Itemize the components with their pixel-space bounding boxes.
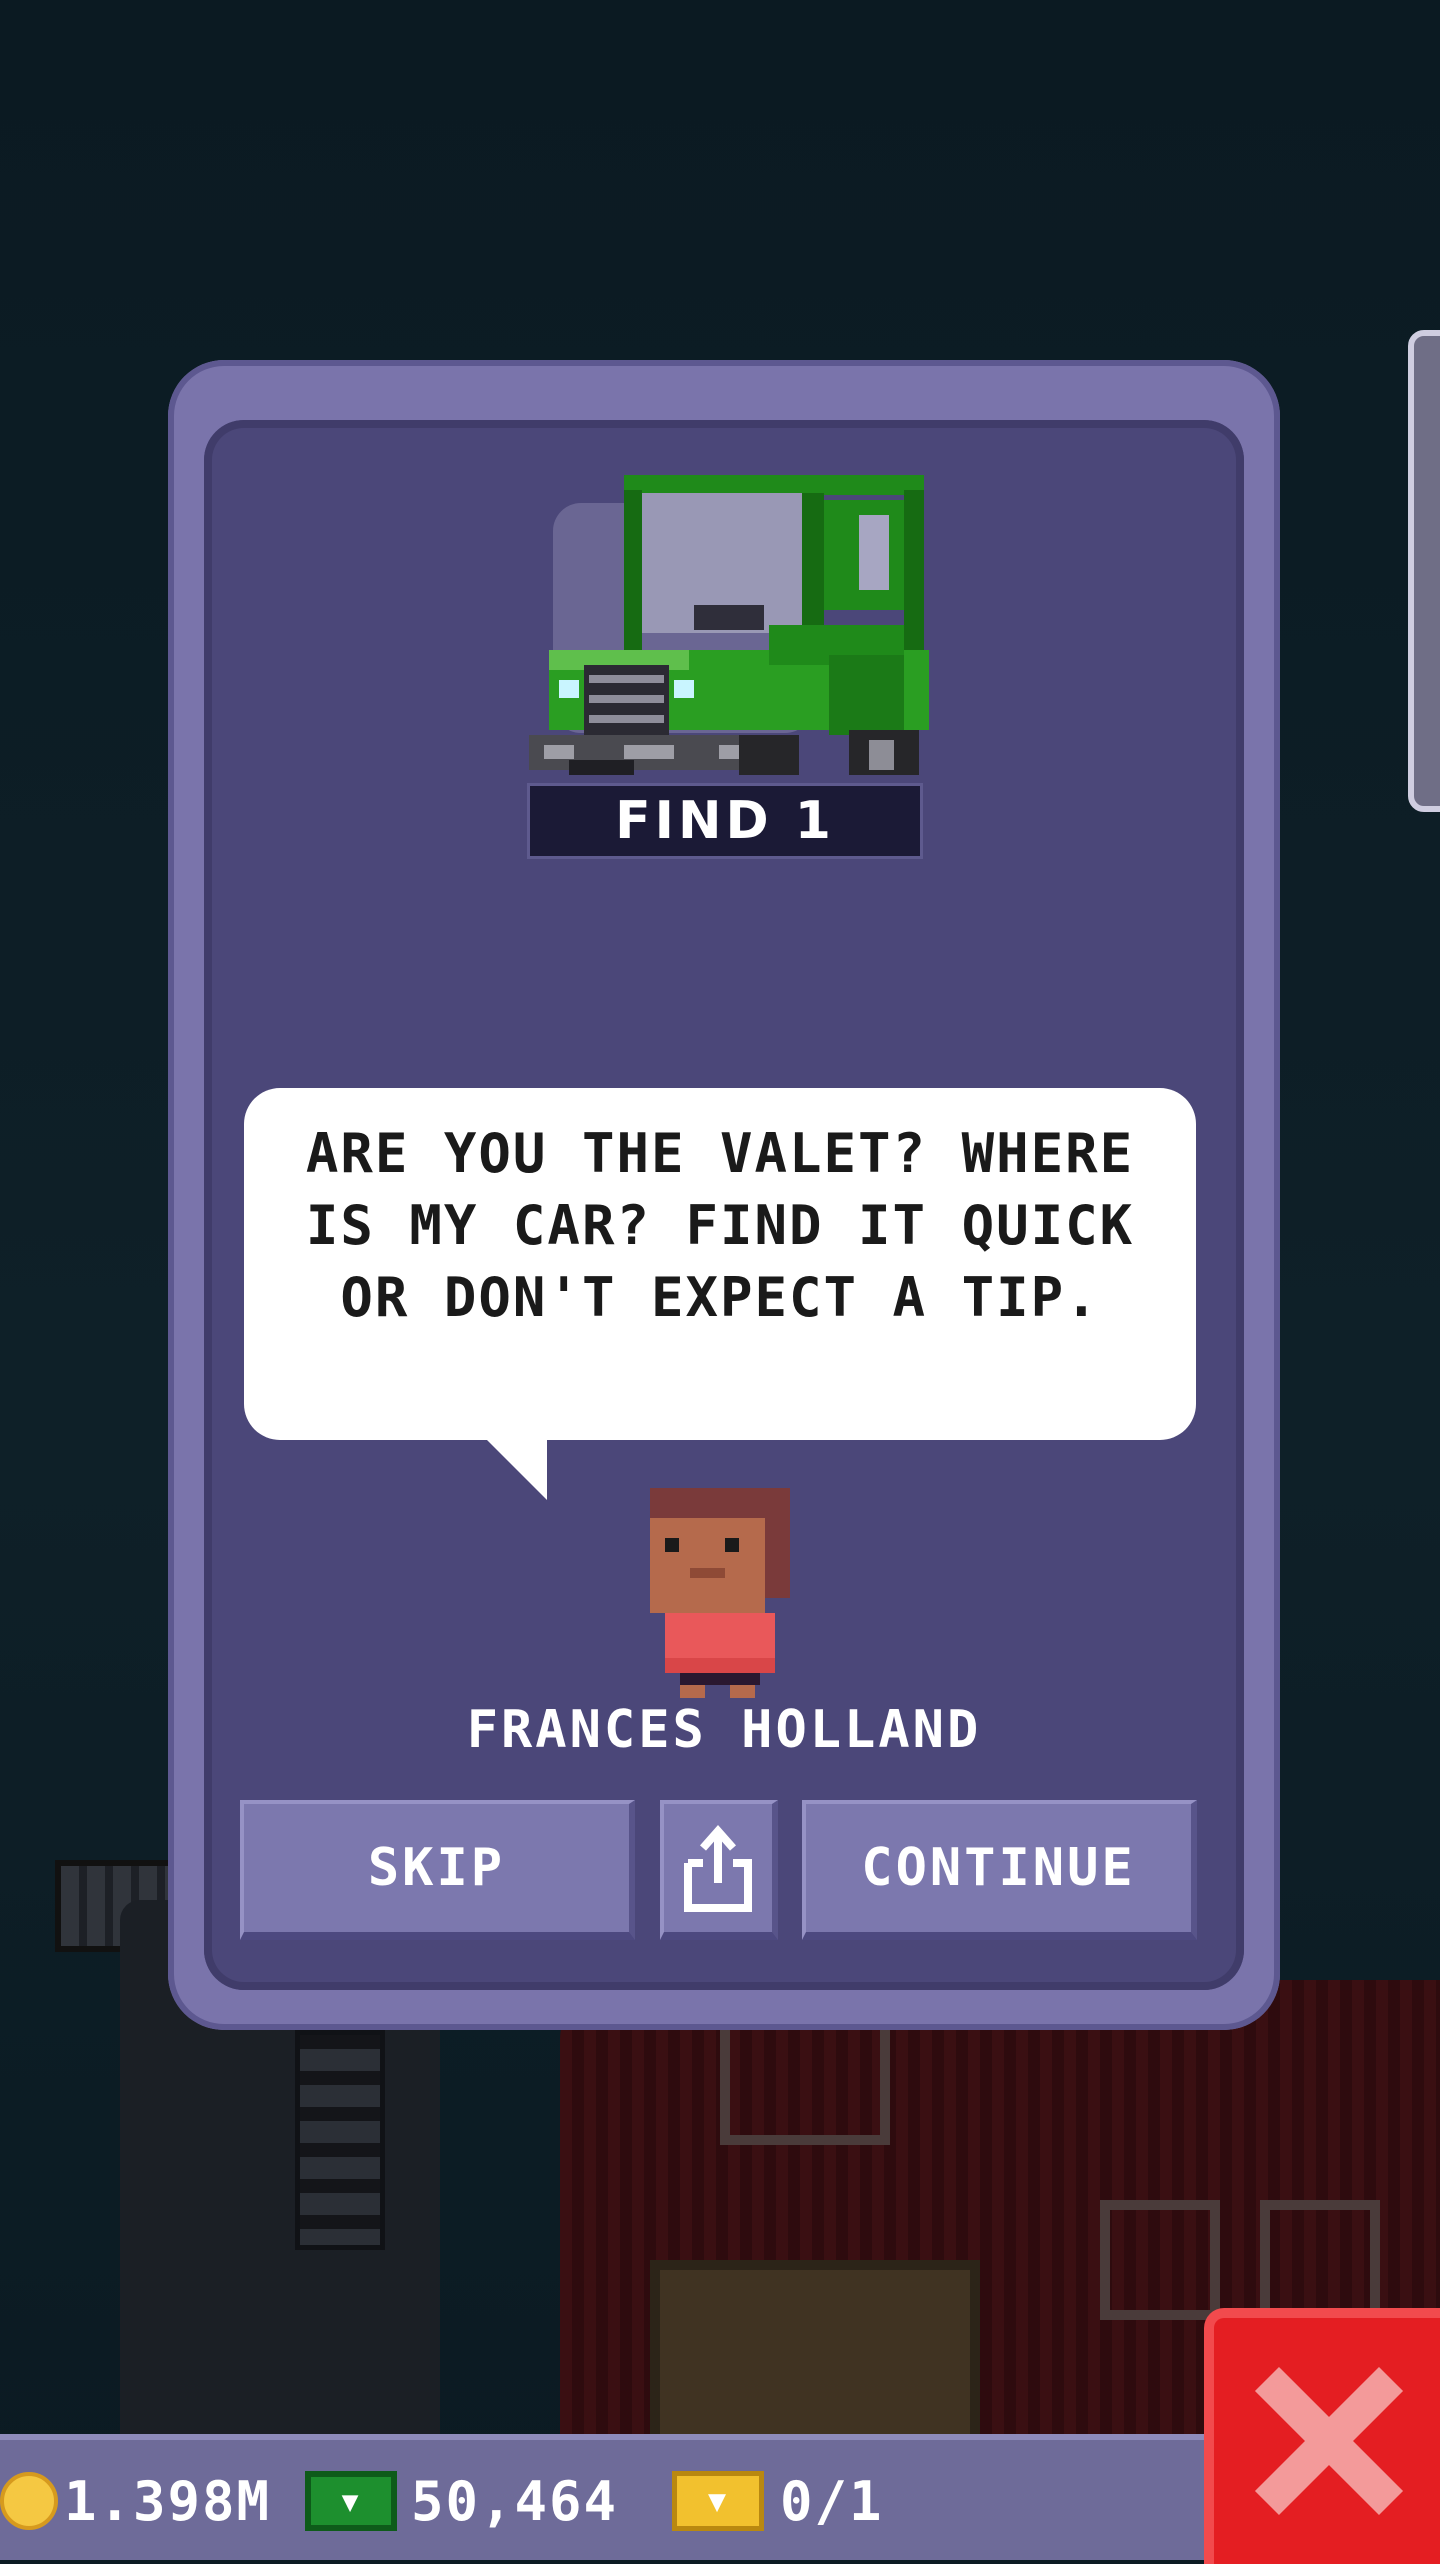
green-jeep-icon <box>529 475 989 775</box>
car-sprite <box>529 475 929 775</box>
cash-icon: ▼ <box>305 2471 397 2531</box>
side-panel-tab[interactable] <box>1408 330 1440 812</box>
skip-button[interactable]: SKIP <box>240 1800 635 1940</box>
close-button[interactable] <box>1204 2308 1440 2564</box>
barn-window <box>1260 2200 1380 2320</box>
speech-bubble-tail <box>485 1438 547 1500</box>
share-icon <box>684 1824 752 1912</box>
close-icon <box>1254 2366 1404 2516</box>
background-silo-ladder <box>295 2030 385 2250</box>
coins-value: 1.398M <box>64 2469 272 2533</box>
continue-button[interactable]: CONTINUE <box>802 1800 1197 1940</box>
cash-value: 50,464 <box>411 2469 619 2533</box>
coin-icon <box>0 2472 58 2530</box>
barn-window <box>720 2015 890 2145</box>
speech-bubble: ARE YOU THE VALET? WHERE IS MY CAR? FIND… <box>244 1088 1196 1440</box>
character-name: FRANCES HOLLAND <box>466 1700 982 1760</box>
skip-button-label: SKIP <box>367 1838 506 1898</box>
speech-text: ARE YOU THE VALET? WHERE IS MY CAR? FIND… <box>305 1122 1135 1329</box>
frances-holland-avatar <box>640 1488 800 1698</box>
cash-display: ▼ 50,464 <box>305 2466 618 2536</box>
share-button[interactable] <box>660 1800 778 1940</box>
find-count-label: FIND 1 <box>527 783 923 859</box>
ticket-icon: ▼ <box>672 2471 764 2531</box>
tickets-value: 0/1 <box>780 2469 884 2533</box>
continue-button-label: CONTINUE <box>861 1838 1136 1898</box>
character-sprite <box>650 1488 790 1698</box>
tickets-display: ▼ 0/1 <box>672 2466 884 2536</box>
barn-window <box>1100 2200 1220 2320</box>
coins-display: 1.398M <box>0 2466 271 2536</box>
barn-door <box>650 2260 980 2450</box>
